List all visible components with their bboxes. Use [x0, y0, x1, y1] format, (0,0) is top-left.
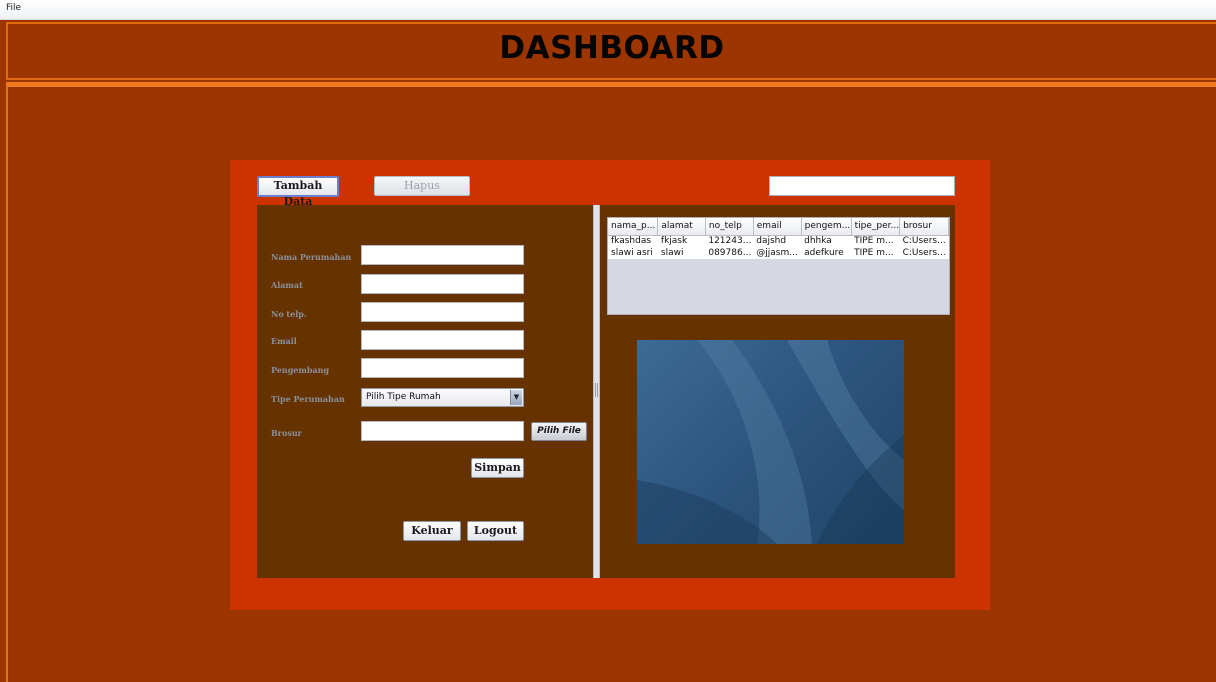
tipe-perumahan-label: Tipe Perumahan	[271, 394, 345, 404]
grip-icon	[595, 383, 598, 397]
menu-file[interactable]: File	[6, 3, 21, 13]
table-row[interactable]: fkashdas fkjask 121243... dajshd dhhka T…	[608, 235, 949, 247]
email-label: Email	[271, 336, 297, 346]
table-cell: slawi	[657, 247, 706, 259]
no-telp-label: No telp.	[271, 309, 307, 319]
add-data-button[interactable]: Tambah Data	[257, 176, 339, 208]
table-cell: TIPE m...	[851, 247, 900, 259]
alamat-field[interactable]	[361, 274, 524, 294]
column-header-brosur[interactable]: brosur	[899, 218, 949, 236]
column-header-email[interactable]: email	[753, 218, 802, 236]
choose-file-button[interactable]: Pilih File	[531, 422, 587, 441]
nama-perumahan-field[interactable]	[361, 245, 524, 265]
menu-bar: File	[0, 0, 1216, 20]
app-window: DASHBOARD Tambah Data Hapus Nama Perumah…	[0, 20, 1216, 682]
brochure-preview-image	[637, 340, 904, 544]
pengembang-label: Pengembang	[271, 365, 330, 375]
column-header-alamat[interactable]: alamat	[657, 218, 706, 236]
table-cell: TIPE m...	[851, 235, 900, 247]
table-cell: dajshd	[753, 235, 802, 247]
tipe-perumahan-select[interactable]: Pilih Tipe Rumah ▼	[361, 388, 524, 407]
form-pane: Nama Perumahan Alamat No telp. Email Pen…	[257, 205, 593, 578]
alamat-label: Alamat	[271, 280, 303, 290]
nama-perumahan-label: Nama Perumahan	[271, 252, 352, 262]
pengembang-field[interactable]	[361, 358, 524, 378]
table-cell: dhhka	[801, 235, 852, 247]
table-cell: fkashdas	[608, 235, 658, 247]
split-pane-divider[interactable]	[593, 205, 600, 578]
brosur-label: Brosur	[271, 428, 302, 438]
main-panel: Tambah Data Hapus Nama Perumahan Alamat …	[230, 160, 990, 610]
table-cell: 089786...	[705, 247, 754, 259]
table-cell: 121243...	[705, 235, 754, 247]
search-input[interactable]	[769, 176, 955, 196]
chevron-down-icon[interactable]: ▼	[510, 390, 522, 405]
column-header-nama[interactable]: nama_p...	[608, 218, 659, 236]
table-cell: C:Users...	[899, 235, 949, 247]
table-cell: adefkure	[801, 247, 852, 259]
exit-button[interactable]: Keluar	[403, 521, 461, 541]
tipe-perumahan-value: Pilih Tipe Rumah	[366, 392, 441, 402]
email-field[interactable]	[361, 330, 524, 350]
brosur-field[interactable]	[361, 421, 524, 441]
save-button[interactable]: Simpan	[471, 458, 524, 478]
data-pane: nama_p... alamat no_telp email pengem...…	[600, 205, 955, 578]
page-title: DASHBOARD	[499, 30, 725, 66]
preview-wallpaper	[637, 340, 904, 544]
table-row[interactable]: slawi asri slawi 089786... @jjasm... ade…	[608, 247, 949, 259]
data-table-grid: nama_p... alamat no_telp email pengem...…	[608, 218, 949, 259]
column-header-pengembang[interactable]: pengem...	[801, 218, 852, 236]
table-cell: @jjasm...	[753, 247, 802, 259]
column-header-no-telp[interactable]: no_telp	[705, 218, 754, 236]
data-table[interactable]: nama_p... alamat no_telp email pengem...…	[607, 217, 950, 315]
no-telp-field[interactable]	[361, 302, 524, 322]
delete-button[interactable]: Hapus	[374, 176, 470, 196]
logout-button[interactable]: Logout	[467, 521, 524, 541]
header: DASHBOARD	[6, 22, 1216, 80]
table-cell: slawi asri	[608, 247, 658, 259]
table-header-row: nama_p... alamat no_telp email pengem...…	[608, 218, 949, 236]
table-cell: C:Users...	[899, 247, 949, 259]
column-header-tipe[interactable]: tipe_per...	[851, 218, 901, 236]
table-cell: fkjask	[657, 235, 706, 247]
